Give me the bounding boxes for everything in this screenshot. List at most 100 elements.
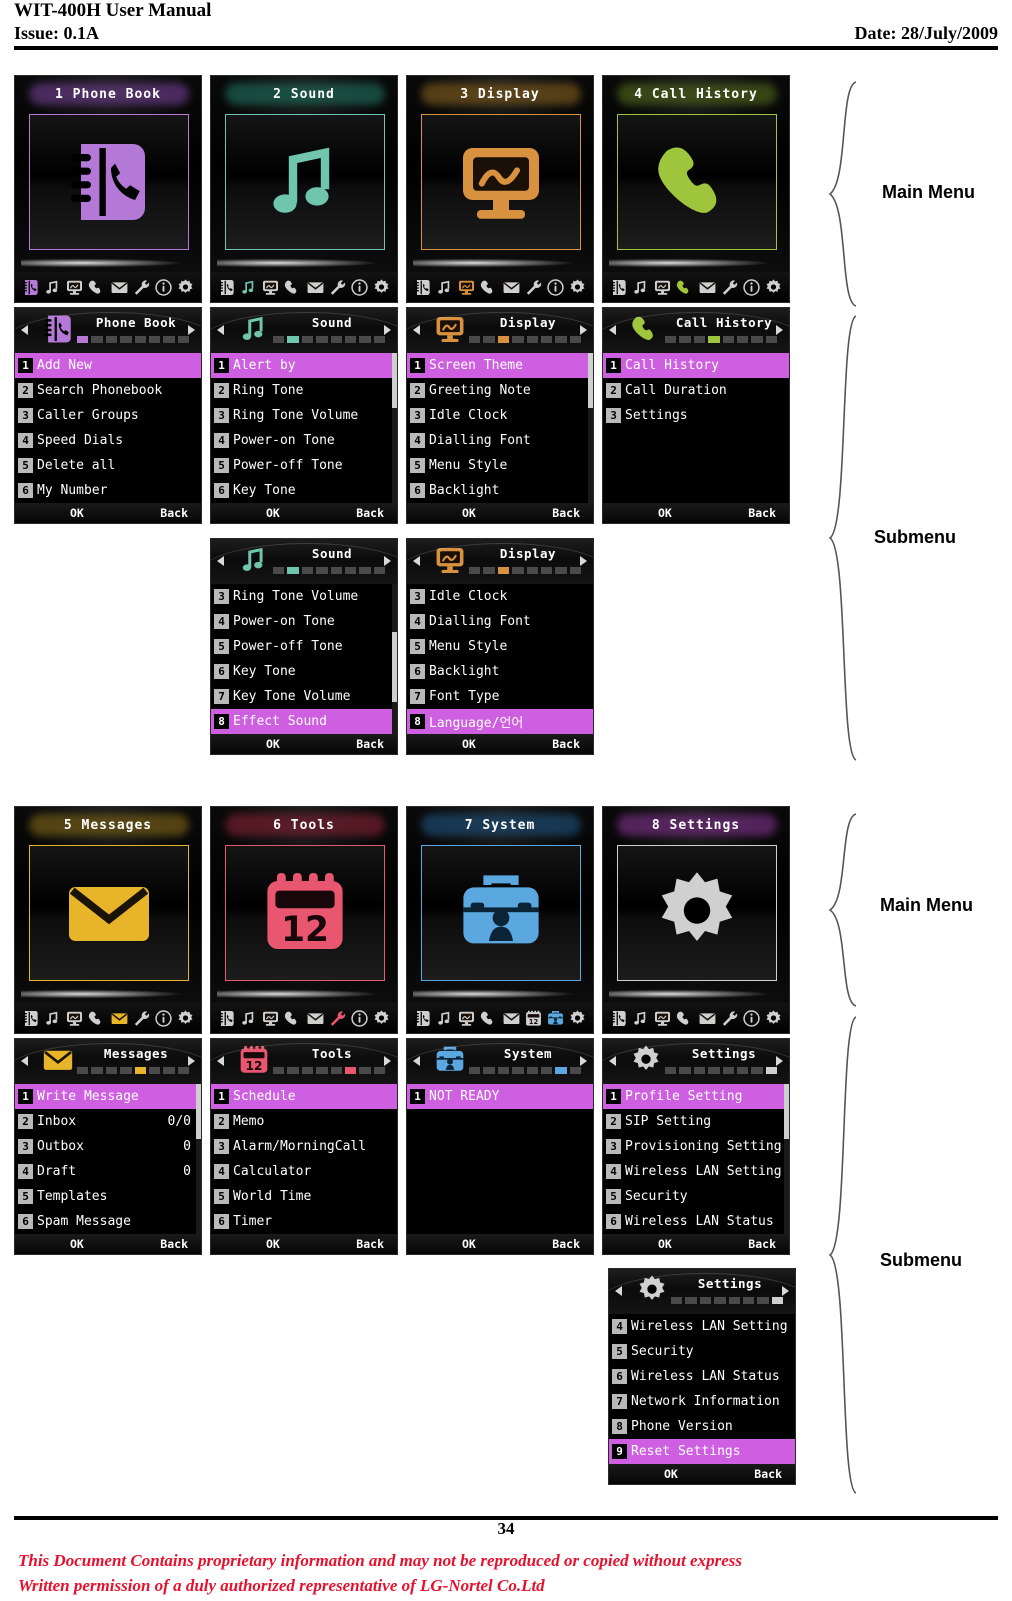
menu-item[interactable]: 6 Timer [211,1209,397,1234]
menu-item[interactable]: 3 Settings [603,403,789,428]
tab-monitor-icon[interactable] [65,1009,84,1028]
tab-envelope-icon[interactable] [698,278,717,297]
soft-key-bar[interactable]: OK Back [407,503,593,523]
tab-handset-icon[interactable] [283,1009,302,1028]
tab-wrench-icon[interactable] [720,1009,739,1028]
submenu-list[interactable]: 1 Add New 2 Search Phonebook 3 Caller Groups 4… [15,353,201,503]
tab-monitor-icon[interactable] [65,278,84,297]
screen-main-call-history[interactable]: 4 Call History [602,75,790,303]
menu-item[interactable]: 5 Delete all [15,453,201,478]
screen-submenu-sound[interactable]: Sound 1 Alert by 2 Ring Tone 3 Ring Tone Volum… [210,307,398,524]
back-softkey[interactable]: Back [160,506,188,520]
ok-softkey[interactable]: OK [266,506,280,520]
tab-gear-icon[interactable] [176,1009,195,1028]
tab-gear-icon[interactable] [372,278,391,297]
soft-key-bar[interactable]: OK Back [407,734,593,754]
tab-phonebook-icon[interactable] [217,1009,236,1028]
tab-info-icon[interactable] [350,278,369,297]
menu-item[interactable]: 6 My Number [15,478,201,503]
tab-handset-icon[interactable] [87,1009,106,1028]
back-softkey[interactable]: Back [754,1467,782,1481]
menu-item[interactable]: 5 Power-off Tone [211,453,397,478]
scrollbar-thumb[interactable] [392,632,397,702]
tab-info-icon[interactable] [154,278,173,297]
next-arrow-icon[interactable] [776,325,783,335]
tab-music-note-icon[interactable] [43,278,62,297]
tab-handset-icon[interactable] [283,278,302,297]
back-softkey[interactable]: Back [356,506,384,520]
scrollbar-thumb[interactable] [196,1084,201,1139]
soft-key-bar[interactable]: OK Back [211,503,397,523]
tab-handset-icon[interactable] [479,1009,498,1028]
prev-arrow-icon[interactable] [413,556,420,566]
tab-envelope-icon[interactable] [698,1009,717,1028]
menu-item[interactable]: 4 Speed Dials [15,428,201,453]
menu-item[interactable]: 4 Wireless LAN Setting [603,1159,789,1184]
tab-handset-icon[interactable] [479,278,498,297]
prev-arrow-icon[interactable] [217,556,224,566]
tab-info-icon[interactable] [546,278,565,297]
tab-phonebook-icon[interactable] [21,278,40,297]
tab-gear-icon[interactable] [568,278,587,297]
submenu-list[interactable]: 1 Call History 2 Call Duration 3 Settings [603,353,789,503]
tab-envelope-icon[interactable] [306,278,325,297]
next-arrow-icon[interactable] [384,556,391,566]
prev-arrow-icon[interactable] [413,1056,420,1066]
menu-item[interactable]: 1 Call History [603,353,789,378]
submenu-list[interactable]: 3 Ring Tone Volume 4 Power-on Tone 5 Power-of… [211,584,397,734]
tab-info-icon[interactable] [154,1009,173,1028]
menu-item[interactable]: 3 Outbox 0 [15,1134,201,1159]
menu-item[interactable]: 6 Backlight [407,478,593,503]
screen-main-phone-book[interactable]: 1 Phone Book [14,75,202,303]
next-arrow-icon[interactable] [580,1056,587,1066]
menu-item[interactable]: 5 Power-off Tone [211,634,397,659]
back-softkey[interactable]: Back [552,506,580,520]
tab-phonebook-icon[interactable] [217,278,236,297]
menu-item[interactable]: 2 Greeting Note [407,378,593,403]
menu-item[interactable]: 4 Calculator [211,1159,397,1184]
menu-tab-bar[interactable] [603,272,789,302]
screen-submenu-settings[interactable]: Settings 1 Profile Setting 2 SIP Setting 3 Pro… [602,1038,790,1255]
menu-item[interactable]: 3 Idle Clock [407,403,593,428]
menu-tab-bar[interactable] [211,272,397,302]
back-softkey[interactable]: Back [552,737,580,751]
menu-item[interactable]: 1 Alert by [211,353,397,378]
screen-main-display[interactable]: 3 Display [406,75,594,303]
menu-item[interactable]: 1 Write Message [15,1084,201,1109]
menu-item[interactable]: 8 Phone Version [609,1414,795,1439]
tab-info-icon[interactable] [350,1009,369,1028]
tab-gear-icon[interactable] [372,1009,391,1028]
tab-wrench-icon[interactable] [524,278,543,297]
menu-item[interactable]: 9 Reset Settings [609,1439,795,1464]
tab-envelope-icon[interactable] [502,1009,521,1028]
menu-item[interactable]: 2 Inbox 0/0 [15,1109,201,1134]
tab-music-note-icon[interactable] [631,278,650,297]
screen-submenu-messages[interactable]: Messages 1 Write Message 2 Inbox 0/0 3 Outbox 0 4… [14,1038,202,1255]
prev-arrow-icon[interactable] [217,325,224,335]
soft-key-bar[interactable]: OK Back [15,1234,201,1254]
menu-item[interactable]: 1 Screen Theme [407,353,593,378]
menu-item[interactable]: 1 Add New [15,353,201,378]
menu-tab-bar[interactable]: 12 [407,1003,593,1033]
menu-tab-bar[interactable] [15,1003,201,1033]
menu-item[interactable]: 6 Backlight [407,659,593,684]
screen-submenu-settings-scrolled[interactable]: Settings 4 Wireless LAN Setting 5 Security 6 W… [608,1268,796,1485]
next-arrow-icon[interactable] [384,325,391,335]
menu-item[interactable]: 5 Menu Style [407,634,593,659]
menu-item[interactable]: 1 Schedule [211,1084,397,1109]
menu-item[interactable]: 4 Dialling Font [407,609,593,634]
menu-item[interactable]: 5 Security [609,1339,795,1364]
tab-gear-icon[interactable] [764,278,783,297]
submenu-list[interactable]: 1 Schedule 2 Memo 3 Alarm/MorningCall 4 Calcula… [211,1084,397,1234]
tab-gear-icon[interactable] [568,1009,587,1028]
tab-phonebook-icon[interactable] [413,278,432,297]
next-arrow-icon[interactable] [782,1286,789,1296]
tab-music-note-icon[interactable] [239,1009,258,1028]
soft-key-bar[interactable]: OK Back [609,1464,795,1484]
tab-info-icon[interactable] [742,278,761,297]
screen-submenu-tools[interactable]: 12 Tools 1 Schedule 2 Memo 3 Alarm/MorningCall 4… [210,1038,398,1255]
menu-item[interactable]: 3 Ring Tone Volume [211,584,397,609]
tab-music-note-icon[interactable] [435,278,454,297]
menu-item[interactable]: 4 Draft 0 [15,1159,201,1184]
ok-softkey[interactable]: OK [462,506,476,520]
